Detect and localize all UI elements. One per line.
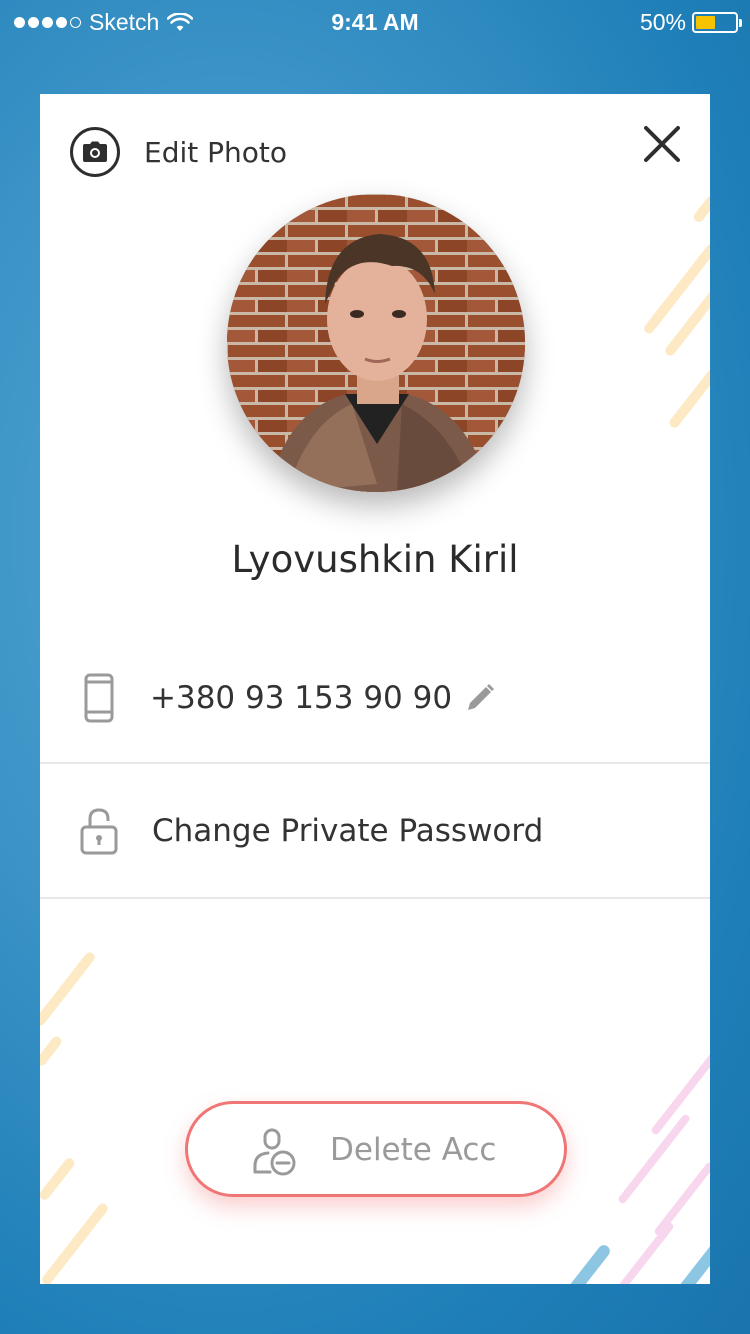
edit-photo-label: Edit Photo: [144, 135, 287, 169]
status-time: 9:41 AM: [331, 9, 419, 35]
decor-stroke: [40, 950, 97, 1028]
decor-stroke: [667, 368, 710, 430]
decor-stroke: [40, 1156, 77, 1202]
avatar[interactable]: [227, 194, 525, 492]
phone-number: +380 93 153 90 90: [150, 680, 453, 716]
battery-level: [696, 16, 715, 29]
delete-account-button[interactable]: Delete Acc: [185, 1101, 567, 1197]
delete-account-label: Delete Acc: [330, 1132, 497, 1168]
remove-user-icon: [253, 1128, 296, 1176]
close-icon[interactable]: [642, 124, 682, 164]
decor-stroke: [653, 1161, 710, 1237]
user-name: Lyovushkin Kiril: [231, 538, 519, 581]
decor-stroke: [559, 1242, 613, 1284]
camera-icon: [70, 127, 120, 177]
battery-icon: [692, 12, 742, 33]
decor-stroke: [613, 1221, 675, 1284]
change-password-label: Change Private Password: [152, 812, 544, 849]
decor-stroke: [40, 1034, 64, 1068]
phone-icon: [84, 673, 114, 723]
decor-stroke: [40, 1201, 110, 1284]
lock-icon: [80, 807, 118, 854]
profile-card: Edit Photo Lyovushkin Kiril +380 93 153 …: [40, 94, 710, 1284]
battery-percentage: 50%: [639, 9, 686, 35]
decor-stroke: [666, 1238, 710, 1284]
edit-pencil-icon[interactable]: [464, 682, 496, 714]
edit-photo-button[interactable]: Edit Photo: [70, 127, 287, 177]
status-bar: Sketch 9:41 AM 50%: [0, 0, 750, 46]
decor-stroke: [642, 242, 710, 336]
phone-row[interactable]: +380 93 153 90 90: [40, 634, 710, 764]
change-password-row[interactable]: Change Private Password: [40, 764, 710, 899]
decor-stroke: [691, 194, 710, 224]
status-right: 50%: [639, 9, 742, 36]
